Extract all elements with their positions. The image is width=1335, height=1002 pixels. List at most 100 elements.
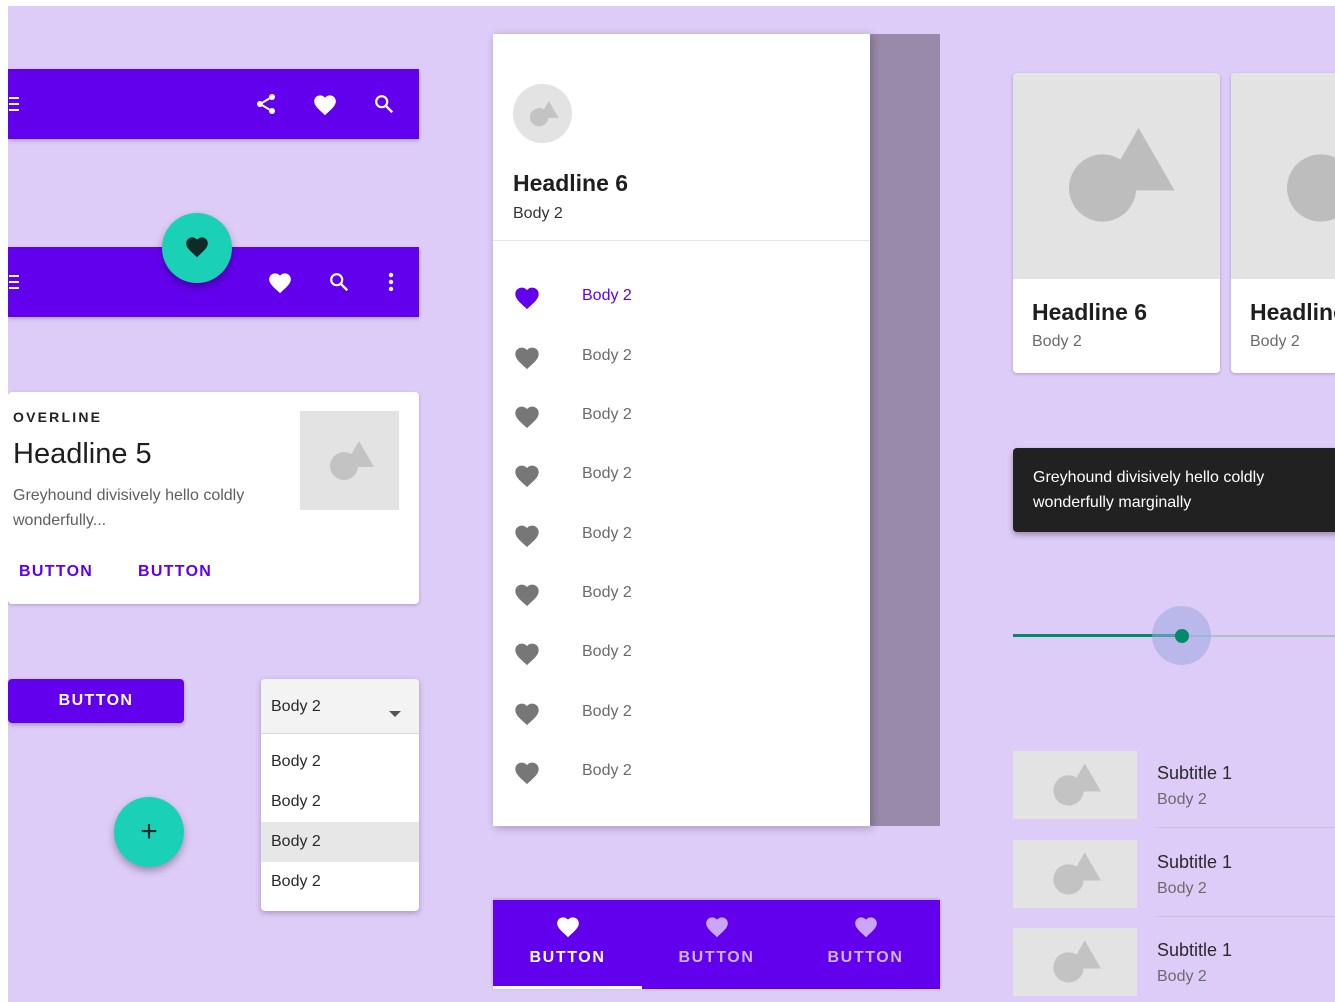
snackbar: Greyhound divisively hello coldly wonder…	[1013, 448, 1335, 532]
image-placeholder-icon	[329, 440, 374, 480]
list-thumbnail	[1013, 928, 1137, 996]
card-media-placeholder	[1013, 73, 1220, 279]
heart-icon	[706, 917, 728, 938]
drawer-item-label: Body 2	[582, 761, 632, 779]
dropdown-menu: Body 2 Body 2 Body 2 Body 2 Body 2	[261, 679, 419, 911]
heart-icon	[515, 287, 539, 310]
heart-icon	[515, 465, 539, 488]
bottom-nav-item-2[interactable]: BUTTON	[642, 900, 791, 989]
image-card-body: Body 2	[1032, 333, 1082, 350]
drawer-divider	[493, 240, 870, 241]
add-fab[interactable]: +	[114, 797, 184, 867]
image-placeholder-icon	[1053, 763, 1101, 806]
heart-icon	[515, 703, 539, 726]
card-body: Greyhound divisively hello coldly wonder…	[13, 487, 245, 529]
drawer-item-4[interactable]: Body 2	[493, 444, 870, 503]
card-overline: OVERLINE	[13, 409, 103, 425]
image-card-2[interactable]: Headline 6 Body 2	[1231, 73, 1335, 373]
image-placeholder-icon	[1053, 940, 1101, 983]
list-thumbnail	[1013, 840, 1137, 908]
drawer-item-2[interactable]: Body 2	[493, 326, 870, 385]
bottom-nav-label: BUTTON	[827, 949, 904, 966]
card-media-placeholder	[1231, 73, 1335, 279]
list-divider	[1157, 827, 1335, 828]
menu-icon[interactable]	[8, 69, 34, 139]
dropdown-option[interactable]: Body 2	[261, 782, 419, 822]
bottom-nav-label: BUTTON	[678, 949, 755, 966]
design-canvas: OVERLINE Headline 5 Greyhound divisively…	[8, 6, 1335, 1002]
share-icon[interactable]	[246, 69, 286, 139]
card-action-button-2[interactable]: BUTTON	[138, 563, 212, 581]
drawer-subtitle: Body 2	[513, 205, 563, 222]
contained-button[interactable]: BUTTON	[8, 679, 184, 723]
list-item-title: Subtitle 1	[1157, 852, 1233, 872]
dropdown-option[interactable]: Body 2	[261, 862, 419, 902]
heart-icon	[515, 643, 539, 666]
drawer-headline: Headline 6	[513, 170, 629, 196]
plus-icon: +	[140, 815, 158, 848]
drawer-item-6[interactable]: Body 2	[493, 563, 870, 622]
slider[interactable]	[1013, 606, 1335, 666]
heart-icon	[515, 762, 539, 785]
bottom-nav-item-1[interactable]: BUTTON	[493, 900, 642, 989]
image-placeholder-icon	[1068, 128, 1175, 222]
drawer-item-label: Body 2	[582, 583, 632, 601]
drawer-item-label: Body 2	[582, 346, 632, 364]
image-card-1[interactable]: Headline 6 Body 2	[1013, 73, 1220, 373]
drawer-item-label: Body 2	[582, 642, 632, 660]
heart-icon[interactable]	[260, 247, 300, 317]
heart-icon	[515, 584, 539, 607]
dropdown-option-highlighted[interactable]: Body 2	[261, 822, 419, 862]
card-image-placeholder	[300, 411, 399, 510]
dropdown-field[interactable]: Body 2	[261, 679, 419, 734]
more-vert-icon[interactable]	[371, 247, 411, 317]
dropdown-selected-value: Body 2	[271, 698, 321, 715]
image-placeholder-icon	[1286, 154, 1335, 222]
menu-icon[interactable]	[8, 247, 34, 317]
list-item[interactable]: Subtitle 1 Body 2	[1013, 840, 1335, 917]
image-placeholder-icon	[1053, 852, 1101, 895]
list-item-body: Body 2	[1157, 791, 1207, 808]
image-card-headline: Headline 6	[1250, 299, 1335, 325]
card-action-button-1[interactable]: BUTTON	[19, 563, 93, 581]
drawer-item-label: Body 2	[582, 464, 632, 482]
drawer-item-label: Body 2	[582, 524, 632, 542]
heart-icon	[515, 406, 539, 429]
heart-icon	[557, 917, 579, 938]
navigation-drawer: Headline 6 Body 2 Body 2 Body 2 Body 2 B…	[493, 34, 870, 826]
list-item-title: Subtitle 1	[1157, 763, 1233, 783]
drawer-avatar	[513, 84, 572, 143]
content-card: OVERLINE Headline 5 Greyhound divisively…	[8, 392, 419, 604]
drawer-item-1[interactable]: Body 2	[493, 266, 870, 325]
top-app-bar	[8, 69, 419, 139]
bottom-navigation: BUTTON BUTTON BUTTON	[493, 900, 940, 989]
heart-icon	[515, 347, 539, 370]
image-placeholder-icon	[529, 100, 559, 126]
heart-icon	[855, 917, 877, 938]
list-divider	[1157, 916, 1335, 917]
drawer-scrim[interactable]	[870, 34, 940, 826]
list-item[interactable]: Subtitle 1 Body 2	[1013, 751, 1335, 828]
drawer-item-9[interactable]: Body 2	[493, 741, 870, 800]
drawer-item-3[interactable]: Body 2	[493, 385, 870, 444]
drawer-item-5[interactable]: Body 2	[493, 504, 870, 563]
slider-thumb[interactable]	[1175, 629, 1189, 643]
list-item-body: Body 2	[1157, 968, 1207, 985]
bottom-nav-label: BUTTON	[529, 949, 606, 966]
dropdown-arrow-icon	[389, 704, 401, 722]
drawer-item-8[interactable]: Body 2	[493, 682, 870, 741]
dropdown-option[interactable]: Body 2	[261, 742, 419, 782]
heart-icon	[515, 525, 539, 548]
list-thumbnail	[1013, 751, 1137, 819]
heart-icon[interactable]	[305, 69, 345, 139]
snackbar-text: Greyhound divisively hello coldly wonder…	[1033, 469, 1265, 511]
search-icon[interactable]	[364, 69, 404, 139]
list-item[interactable]: Subtitle 1 Body 2	[1013, 928, 1335, 998]
heart-icon	[184, 234, 210, 263]
favorite-fab[interactable]	[162, 213, 232, 283]
bottom-nav-item-3[interactable]: BUTTON	[791, 900, 940, 989]
search-icon[interactable]	[319, 247, 359, 317]
drawer-item-7[interactable]: Body 2	[493, 622, 870, 681]
list-item-body: Body 2	[1157, 880, 1207, 897]
card-headline: Headline 5	[13, 438, 152, 470]
